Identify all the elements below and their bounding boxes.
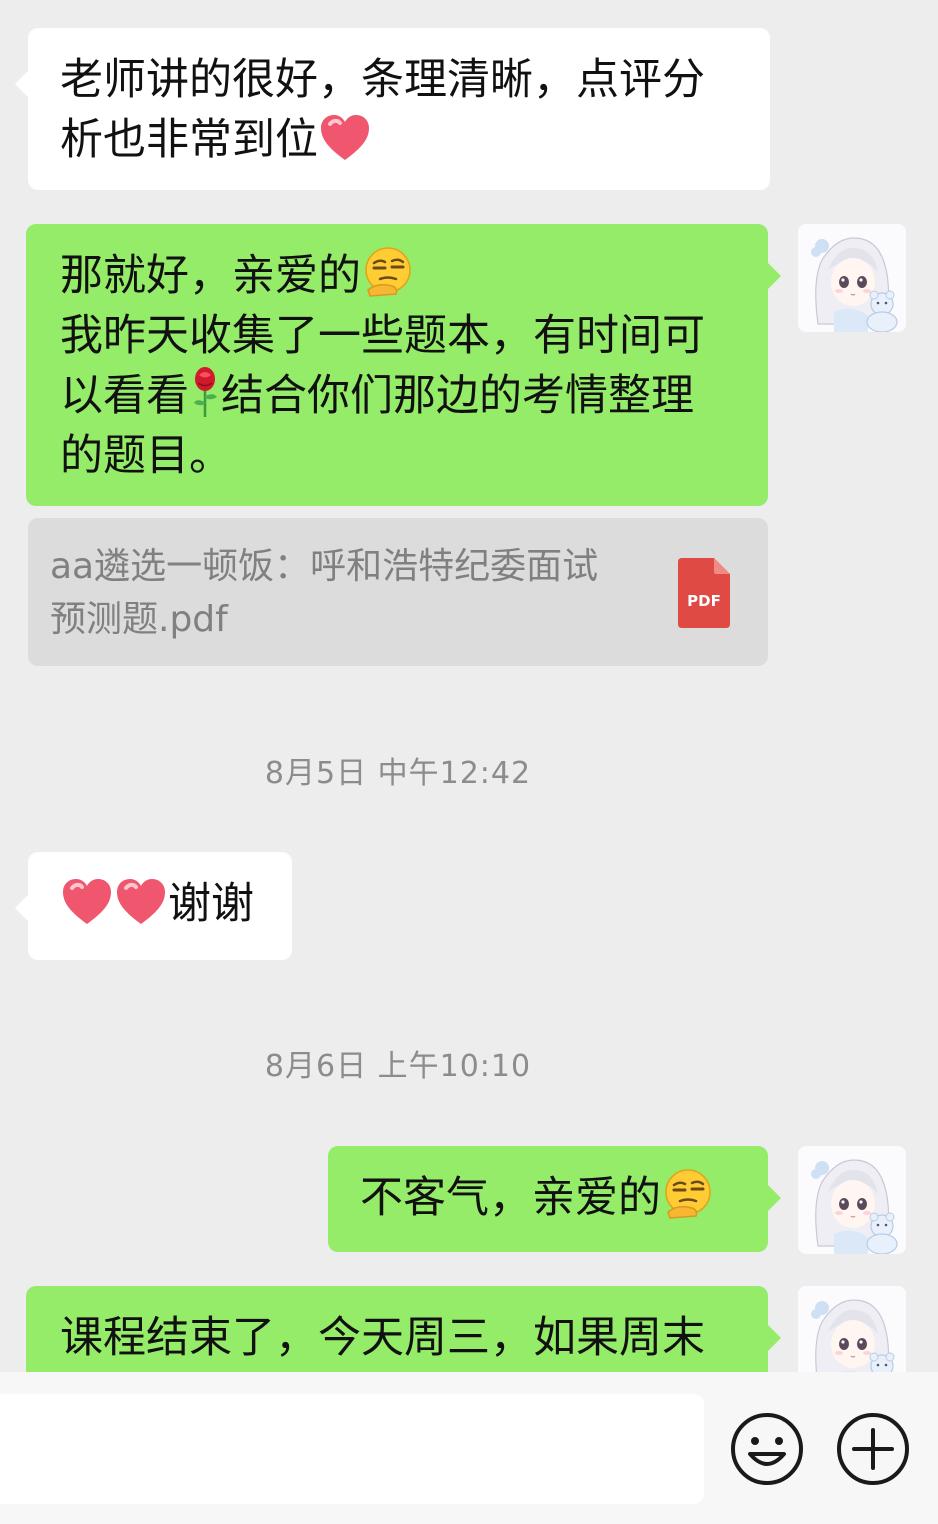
message-text: 以看看 [60,371,189,421]
heart-emoji-icon [61,878,113,926]
pdf-icon-label: PDF [687,592,721,610]
thinking-face-emoji-icon [662,1168,714,1220]
plus-circle-icon[interactable] [836,1412,910,1486]
incoming-message-bubble[interactable]: 老师讲的很好，条理清晰，点评分 析也非常到位 [15,28,770,190]
my-avatar[interactable] [798,224,906,332]
file-message-card[interactable]: aa遴选一顿饭：呼和浩特纪委面试 预测题.pdf PDF [28,518,768,666]
input-bar [0,1372,938,1524]
timestamp: 8月6日 上午10:10 [264,1049,532,1084]
smiley-face-icon[interactable] [730,1412,804,1486]
rose-emoji-icon [190,366,220,418]
message-text: 那就好，亲爱的 [60,251,361,301]
file-name-line: aa遴选一顿饭：呼和浩特纪委面试 [50,546,599,587]
heart-emoji-icon [319,114,371,162]
anime-girl-avatar-icon [798,1286,906,1372]
outgoing-message-bubble[interactable]: 不客气，亲爱的 [328,1146,781,1252]
message-text: 老师讲的很好，条理清晰，点评分 [60,55,705,105]
message-input[interactable] [0,1394,704,1504]
incoming-message-bubble[interactable]: 谢谢 [15,852,292,960]
message-text: 我昨天收集了一些题本，有时间可 [60,311,705,361]
message-text: 析也非常到位 [60,115,318,165]
pdf-file-icon: PDF [678,558,730,628]
message-text: 课程结束了，今天周三，如果周末 [60,1313,705,1363]
anime-girl-avatar-icon [798,1146,906,1254]
heart-emoji-icon [115,878,167,926]
chat-area[interactable]: 老师讲的很好，条理清晰，点评分 析也非常到位 那就好，亲爱的 我昨天收集了一些题… [0,0,938,1372]
timestamp: 8月5日 中午12:42 [264,756,532,791]
message-text: 的题目。 [60,431,232,481]
my-avatar[interactable] [798,1146,906,1254]
outgoing-message-bubble[interactable]: 那就好，亲爱的 我昨天收集了一些题本，有时间可 以看看 结合你们那边的考情整理 的… [26,224,781,506]
message-text: 结合你们那边的考情整理 [221,371,694,421]
outgoing-message-bubble[interactable]: 课程结束了，今天周三，如果周末 [26,1286,781,1372]
anime-girl-avatar-icon [798,224,906,332]
thinking-face-emoji-icon [362,246,414,298]
file-name: aa遴选一顿饭：呼和浩特纪委面试 预测题.pdf [50,540,650,646]
file-name-line: 预测题.pdf [50,599,228,640]
message-text: 不客气，亲爱的 [360,1173,661,1223]
message-text: 谢谢 [168,879,254,929]
my-avatar[interactable] [798,1286,906,1372]
